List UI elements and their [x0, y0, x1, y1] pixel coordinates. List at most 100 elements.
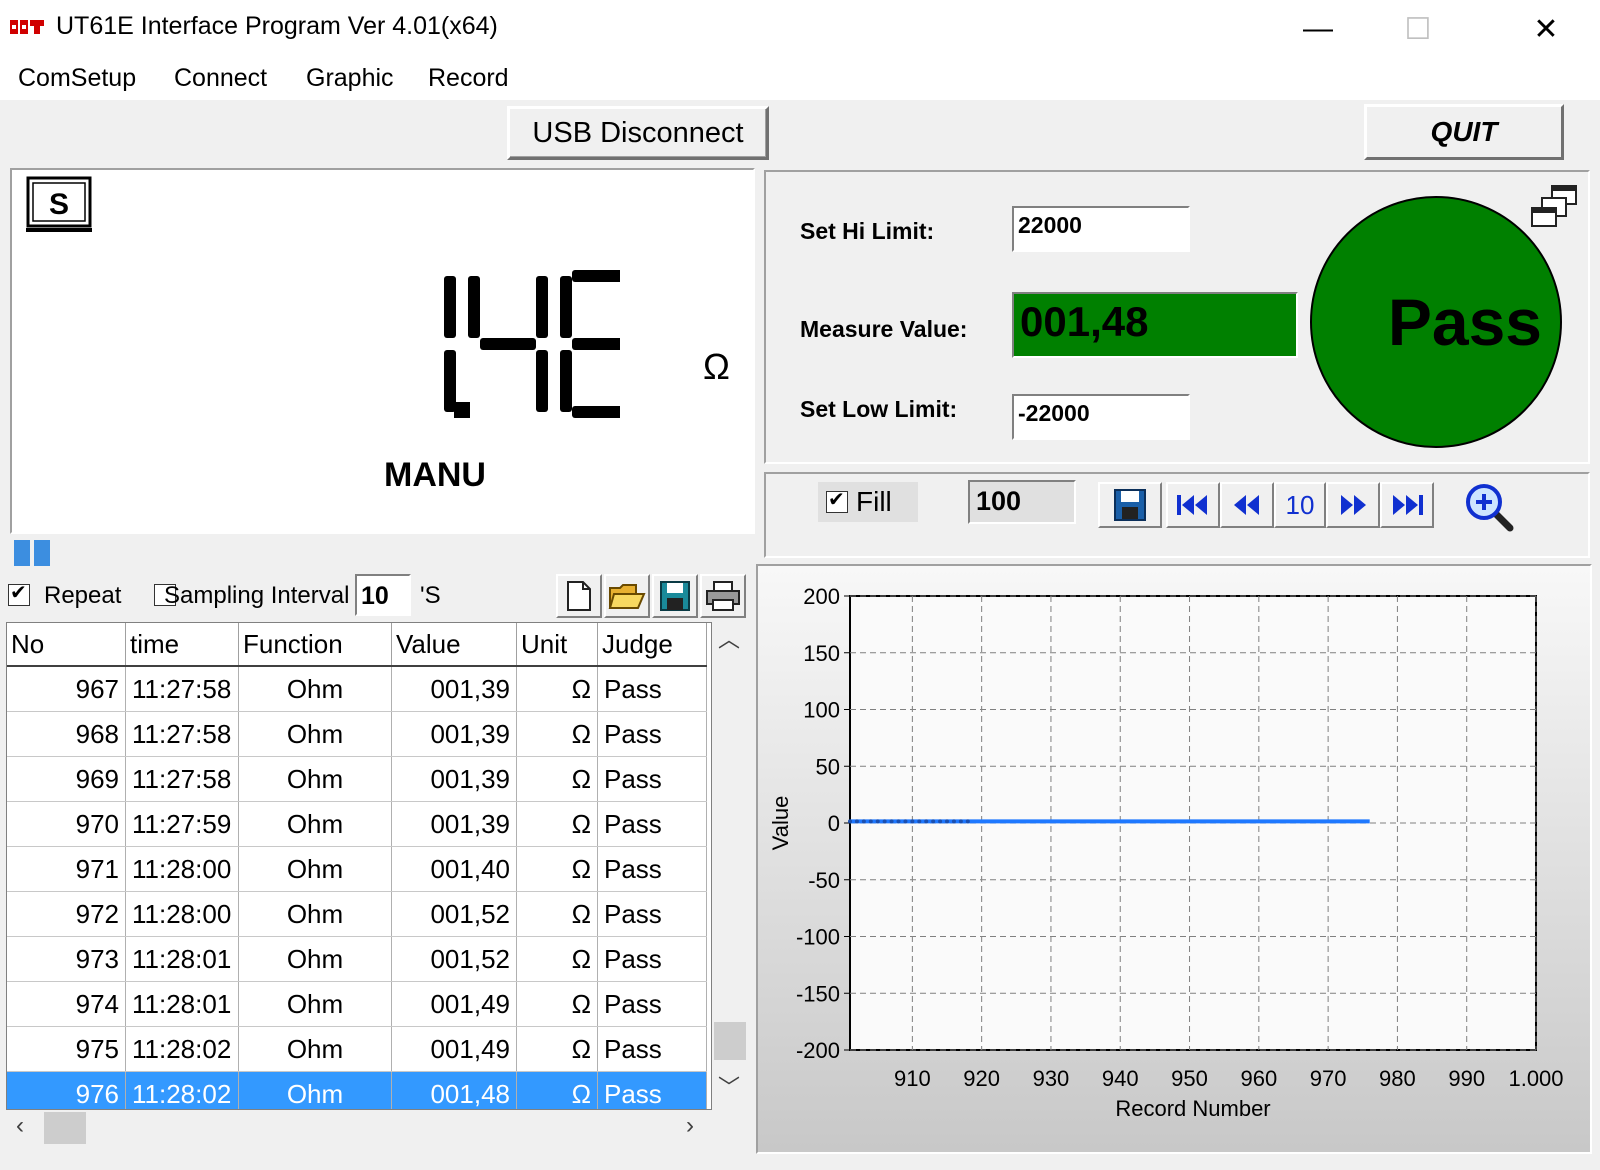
save-graph-button[interactable] — [1098, 482, 1162, 528]
last-page-button[interactable] — [1380, 482, 1434, 528]
cell-judge: Pass — [597, 1071, 707, 1109]
window-title: UT61E Interface Program Ver 4.01(x64) — [56, 12, 498, 40]
x-tick-label: 970 — [1310, 1066, 1347, 1091]
print-button[interactable] — [700, 574, 746, 618]
cell-unit: Ω — [516, 891, 598, 937]
maximize-button[interactable]: ☐ — [1368, 0, 1468, 58]
table-row[interactable]: 976 11:28:02 Ohm 001,48 Ω Pass — [7, 1071, 707, 1109]
data-point — [854, 819, 859, 824]
menu-graphic[interactable]: Graphic — [306, 64, 394, 93]
table-row[interactable]: 974 11:28:01 Ohm 001,49 Ω Pass — [7, 981, 707, 1027]
low-limit-input[interactable]: -22000 — [1012, 394, 1190, 440]
cell-value: 001,52 — [391, 891, 517, 937]
next-page-button[interactable] — [1326, 482, 1380, 528]
cell-judge: Pass — [597, 846, 707, 892]
low-limit-label: Set Low Limit: — [800, 396, 958, 422]
y-tick-label: -200 — [796, 1038, 840, 1063]
minimize-button[interactable]: — — [1268, 0, 1368, 58]
save-file-button[interactable] — [652, 574, 698, 618]
table-row[interactable]: 971 11:28:00 Ohm 001,40 Ω Pass — [7, 846, 707, 892]
measure-value-display: 001,48 — [1012, 292, 1298, 358]
cell-judge: Pass — [597, 801, 707, 847]
scroll-up-icon[interactable]: ︿ — [718, 622, 740, 654]
horizontal-scroll-thumb[interactable] — [44, 1112, 86, 1144]
column-header-function[interactable]: Function — [238, 623, 392, 667]
data-point — [945, 819, 950, 824]
value-chart[interactable]: 910 920 930 940 950 960 970 980 990 1.000 200 150 10… — [758, 566, 1590, 1152]
cell-no: 970 — [7, 801, 126, 847]
decimal-point — [454, 402, 470, 418]
segment-f — [560, 276, 572, 338]
zoom-in-icon[interactable] — [1464, 482, 1516, 532]
menu-comsetup[interactable]: ComSetup — [18, 64, 136, 93]
segment-c — [536, 350, 548, 412]
repeat-checkbox[interactable] — [8, 580, 30, 606]
cell-no: 975 — [7, 1026, 126, 1072]
segment-b — [536, 276, 548, 338]
scroll-right-icon[interactable]: › — [686, 1112, 694, 1140]
table-row[interactable]: 969 11:27:58 Ohm 001,39 Ω Pass — [7, 756, 707, 802]
vertical-scroll-thumb[interactable] — [714, 1022, 746, 1060]
data-point — [889, 819, 894, 824]
fill-checkbox[interactable]: Fill — [818, 482, 918, 522]
table-row[interactable]: 973 11:28:01 Ohm 001,52 Ω Pass — [7, 936, 707, 982]
interval-unit-label: 'S — [420, 582, 441, 609]
s-label: S — [49, 188, 69, 221]
cell-unit: Ω — [516, 666, 598, 712]
table-row[interactable]: 972 11:28:00 Ohm 001,52 Ω Pass — [7, 891, 707, 937]
cell-no: 972 — [7, 891, 126, 937]
scroll-left-icon[interactable]: ‹ — [16, 1112, 24, 1140]
x-tick-label: 1.000 — [1508, 1066, 1563, 1091]
hi-limit-label: Set Hi Limit: — [800, 218, 935, 244]
cell-time: 11:28:01 — [125, 981, 239, 1027]
cell-unit: Ω — [516, 1026, 598, 1072]
first-page-button[interactable] — [1166, 482, 1220, 528]
cell-function: Ohm — [238, 846, 392, 892]
close-button[interactable]: ✕ — [1496, 0, 1596, 58]
fill-checkbox-box[interactable] — [826, 487, 848, 513]
cell-unit: Ω — [516, 711, 598, 757]
usb-disconnect-button[interactable]: USB Disconnect — [507, 106, 769, 160]
seven-segment-value — [444, 270, 620, 418]
table-row[interactable]: 970 11:27:59 Ohm 001,39 Ω Pass — [7, 801, 707, 847]
table-vertical-scrollbar[interactable]: ︿ ﹀ — [712, 622, 748, 1110]
column-header-judge[interactable]: Judge — [597, 623, 707, 667]
cell-time: 11:27:58 — [125, 711, 239, 757]
segment-f — [468, 276, 480, 338]
menu-connect[interactable]: Connect — [174, 64, 267, 93]
points-count-input[interactable]: 100 — [968, 480, 1076, 524]
sampling-interval-input[interactable]: 10 — [355, 574, 411, 616]
cell-no: 971 — [7, 846, 126, 892]
scroll-down-icon[interactable]: ﹀ — [718, 1070, 740, 1102]
cell-time: 11:27:58 — [125, 756, 239, 802]
multi-window-icon[interactable] — [1530, 184, 1580, 230]
monitor-s-icon[interactable]: S — [24, 176, 94, 236]
previous-page-button[interactable] — [1220, 482, 1274, 528]
activity-indicator — [10, 536, 70, 566]
x-tick-label: 990 — [1448, 1066, 1485, 1091]
hi-limit-input[interactable]: 22000 — [1012, 206, 1190, 252]
table-row[interactable]: 968 11:27:58 Ohm 001,39 Ω Pass — [7, 711, 707, 757]
cell-judge: Pass — [597, 1026, 707, 1072]
cell-value: 001,49 — [391, 981, 517, 1027]
quit-button[interactable]: QUIT — [1364, 104, 1564, 160]
step-value[interactable]: 10 — [1274, 482, 1326, 528]
column-header-time[interactable]: time — [125, 623, 239, 667]
table-row[interactable]: 967 11:27:58 Ohm 001,39 Ω Pass — [7, 666, 707, 712]
cell-function: Ohm — [238, 756, 392, 802]
digit-1 — [468, 276, 548, 412]
data-point — [910, 819, 915, 824]
table-horizontal-scrollbar[interactable]: ‹ › — [6, 1110, 712, 1146]
table-row[interactable]: 975 11:28:02 Ohm 001,49 Ω Pass — [7, 1026, 707, 1072]
cell-value: 001,39 — [391, 711, 517, 757]
column-header-value[interactable]: Value — [391, 623, 517, 667]
open-file-button[interactable] — [604, 574, 650, 618]
new-file-button[interactable] — [556, 574, 602, 618]
data-point — [861, 819, 866, 824]
column-header-unit[interactable]: Unit — [516, 623, 598, 667]
column-header-no[interactable]: No — [7, 623, 126, 667]
pass-indicator: Pass — [1310, 196, 1562, 448]
data-point — [896, 819, 901, 824]
menu-record[interactable]: Record — [428, 64, 509, 93]
x-tick-label: 920 — [963, 1066, 1000, 1091]
